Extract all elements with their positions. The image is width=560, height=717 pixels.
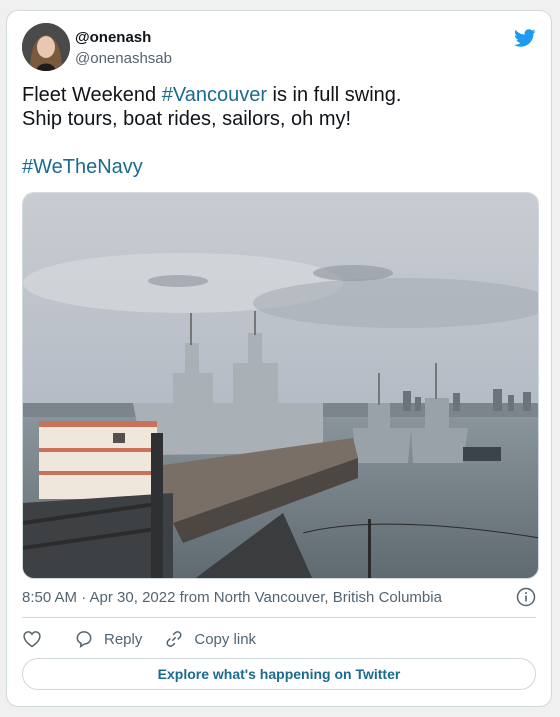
- copy-link-button[interactable]: Copy link: [164, 629, 256, 649]
- reply-icon: [76, 631, 92, 649]
- hashtag-wethenavy-link[interactable]: #WeTheNavy: [22, 155, 532, 179]
- tweet-text: Fleet Weekend #Vancouver is in full swin…: [22, 83, 532, 179]
- like-button[interactable]: [22, 629, 52, 649]
- tweet-text-part: is in full swing.: [266, 84, 402, 106]
- tweet-line-2: Ship tours, boat rides, sailors, oh my!: [22, 108, 352, 130]
- heart-icon: [23, 631, 41, 648]
- info-icon[interactable]: [516, 587, 536, 607]
- author-display-name[interactable]: @onenash: [75, 29, 151, 46]
- author-handle[interactable]: @onenashsab: [75, 50, 172, 67]
- harbor-ships-image: [23, 193, 538, 578]
- link-icon: [166, 631, 182, 647]
- divider: [22, 617, 536, 618]
- tweet-timestamp[interactable]: 8:50 AM · Apr 30, 2022 from North Vancou…: [22, 589, 442, 606]
- hashtag-vancouver-link[interactable]: #Vancouver: [162, 84, 267, 106]
- tweet-text-part: Fleet Weekend: [22, 84, 162, 106]
- reply-button[interactable]: Reply: [74, 629, 142, 649]
- tweet-actions: Reply Copy link: [22, 627, 278, 651]
- avatar[interactable]: [22, 23, 70, 71]
- copy-link-label: Copy link: [194, 630, 257, 648]
- tweet-photo[interactable]: [22, 192, 539, 579]
- tweet-line-1: Fleet Weekend #Vancouver is in full swin…: [22, 83, 532, 107]
- reply-label: Reply: [104, 630, 143, 648]
- tweet-embed-card: @onenash @onenashsab Fleet Weekend #Vanc…: [6, 10, 552, 707]
- explore-twitter-button[interactable]: Explore what's happening on Twitter: [22, 658, 536, 690]
- twitter-bird-icon[interactable]: [513, 27, 537, 49]
